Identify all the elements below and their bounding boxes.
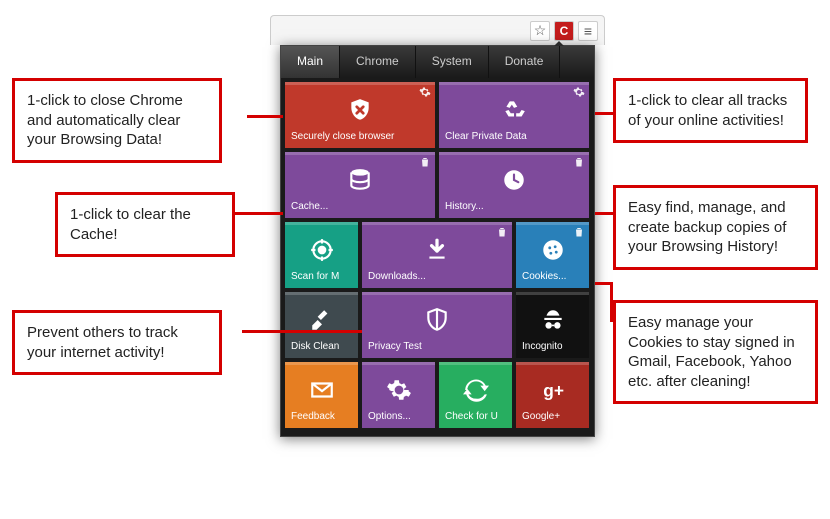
callout-close-chrome: 1-click to close Chrome and automaticall… [12, 78, 222, 163]
tile-label: Scan for M [291, 271, 352, 282]
gear-icon [368, 368, 429, 411]
recycle-icon [445, 88, 583, 131]
googleplus-icon: g+ [522, 368, 583, 411]
tile-label: Disk Clean [291, 341, 352, 352]
tab-donate[interactable]: Donate [489, 46, 561, 78]
tile-options[interactable]: Options... [362, 362, 435, 428]
menu-icon[interactable]: ≡ [578, 21, 598, 41]
trash-icon[interactable] [573, 226, 585, 238]
tile-label: Securely close browser [291, 131, 429, 142]
tile-label: Google+ [522, 411, 583, 422]
tile-label: Cache... [291, 201, 429, 212]
tile-label: Cookies... [522, 271, 583, 282]
tile-check-update[interactable]: Check for U [439, 362, 512, 428]
callout-prevent-track: Prevent others to track your internet ac… [12, 310, 222, 375]
tile-clear-private-data[interactable]: Clear Private Data [439, 82, 589, 148]
tile-label: History... [445, 201, 583, 212]
tile-label: Incognito [522, 341, 583, 352]
connector [595, 212, 613, 215]
trash-icon[interactable] [419, 156, 431, 168]
tile-label: Feedback [291, 411, 352, 422]
connector [235, 212, 283, 215]
trash-icon[interactable] [573, 156, 585, 168]
tab-system[interactable]: System [416, 46, 489, 78]
tile-privacy-test[interactable]: Privacy Test [362, 292, 512, 358]
callout-clear-cache: 1-click to clear the Cache! [55, 192, 235, 257]
tile-history[interactable]: History... [439, 152, 589, 218]
mail-icon [291, 368, 352, 411]
tile-feedback[interactable]: Feedback [285, 362, 358, 428]
tile-label: Clear Private Data [445, 131, 583, 142]
callout-history: Easy find, manage, and create backup cop… [613, 185, 818, 270]
tile-disk-clean[interactable]: Disk Clean [285, 292, 358, 358]
clock-icon [445, 158, 583, 201]
tile-scan-malware[interactable]: Scan for M [285, 222, 358, 288]
svg-text:g+: g+ [543, 380, 564, 400]
refresh-icon [445, 368, 506, 411]
tile-downloads[interactable]: Downloads... [362, 222, 512, 288]
target-icon [291, 228, 352, 271]
tile-cache[interactable]: Cache... [285, 152, 435, 218]
tile-incognito[interactable]: Incognito [516, 292, 589, 358]
gear-icon[interactable] [419, 86, 431, 98]
tile-cookies[interactable]: Cookies... [516, 222, 589, 288]
tile-grid: Securely close browser Clear Private Dat… [281, 78, 594, 432]
tab-main[interactable]: Main [281, 46, 340, 78]
tile-label: Privacy Test [368, 341, 506, 352]
extension-popup: Main Chrome System Donate Securely close… [280, 45, 595, 437]
database-icon [291, 158, 429, 201]
tile-securely-close-browser[interactable]: Securely close browser [285, 82, 435, 148]
connector [595, 112, 613, 115]
shield-icon [368, 298, 506, 341]
connector [610, 282, 613, 322]
shield-x-icon [291, 88, 429, 131]
tab-bar: Main Chrome System Donate [281, 46, 594, 78]
callout-clear-tracks: 1-click to clear all tracks of your onli… [613, 78, 808, 143]
download-icon [368, 228, 506, 271]
tile-google-plus[interactable]: g+ Google+ [516, 362, 589, 428]
bookmark-star-icon[interactable]: ☆ [530, 21, 550, 41]
broom-icon [291, 298, 352, 341]
trash-icon[interactable] [496, 226, 508, 238]
gear-icon[interactable] [573, 86, 585, 98]
tab-chrome[interactable]: Chrome [340, 46, 416, 78]
tile-label: Check for U [445, 411, 506, 422]
incognito-icon [522, 298, 583, 341]
connector [242, 330, 362, 333]
tile-label: Downloads... [368, 271, 506, 282]
tile-label: Options... [368, 411, 429, 422]
connector [247, 115, 283, 118]
callout-cookies: Easy manage your Cookies to stay signed … [613, 300, 818, 404]
